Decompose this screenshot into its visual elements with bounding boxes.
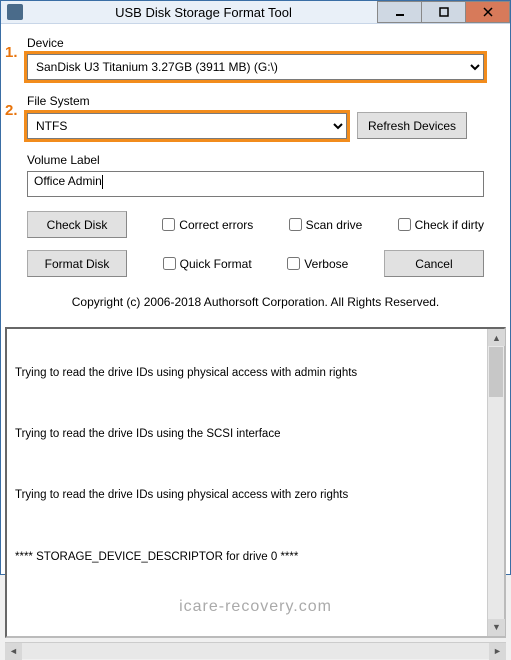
- window-title: USB Disk Storage Format Tool: [29, 5, 378, 20]
- log-line: Trying to read the drive IDs using the S…: [15, 428, 479, 442]
- scroll-right-icon[interactable]: ►: [489, 643, 506, 660]
- scroll-up-icon[interactable]: ▲: [488, 329, 505, 346]
- horizontal-scrollbar[interactable]: ◄ ►: [5, 642, 506, 659]
- volume-label: Volume Label: [27, 153, 484, 167]
- device-label: Device: [27, 36, 484, 50]
- vertical-scrollbar[interactable]: ▲ ▼: [487, 329, 504, 636]
- window-controls: [378, 1, 510, 23]
- scroll-down-icon[interactable]: ▼: [488, 619, 505, 636]
- minimize-button[interactable]: [377, 1, 422, 23]
- titlebar: USB Disk Storage Format Tool: [1, 1, 510, 24]
- format-disk-button[interactable]: Format Disk: [27, 250, 127, 277]
- step-marker-2: 2.: [5, 102, 18, 119]
- verbose-check[interactable]: Verbose: [287, 257, 348, 271]
- app-icon: [7, 4, 23, 20]
- filesystem-row: File System 2. NTFS Refresh Devices: [27, 94, 484, 139]
- watermark-text: icare-recovery.com: [179, 597, 332, 616]
- client-area: Device 1. SanDisk U3 Titanium 3.27GB (39…: [1, 24, 510, 327]
- check-disk-button[interactable]: Check Disk: [27, 211, 127, 238]
- app-window: USB Disk Storage Format Tool Device 1. S…: [0, 0, 511, 575]
- refresh-devices-button[interactable]: Refresh Devices: [357, 112, 467, 139]
- log-textarea[interactable]: Trying to read the drive IDs using physi…: [7, 329, 487, 636]
- correct-errors-check[interactable]: Correct errors: [162, 218, 253, 232]
- step-marker-1: 1.: [5, 44, 18, 61]
- device-select[interactable]: SanDisk U3 Titanium 3.27GB (3911 MB) (G:…: [27, 54, 484, 80]
- scan-drive-check[interactable]: Scan drive: [289, 218, 363, 232]
- volume-label-input[interactable]: Office Admin: [27, 171, 484, 197]
- check-row: Check Disk Correct errors Scan drive Che…: [27, 211, 484, 238]
- filesystem-label: File System: [27, 94, 484, 108]
- scroll-left-icon[interactable]: ◄: [5, 643, 22, 660]
- close-button[interactable]: [465, 1, 510, 23]
- volume-row: Volume Label Office Admin: [27, 153, 484, 197]
- log-panel: Trying to read the drive IDs using physi…: [5, 327, 506, 638]
- log-line: Trying to read the drive IDs using physi…: [15, 489, 479, 503]
- copyright-text: Copyright (c) 2006-2018 Authorsoft Corpo…: [27, 289, 484, 319]
- log-line: **** STORAGE_DEVICE_DESCRIPTOR for drive…: [15, 551, 479, 565]
- device-row: Device 1. SanDisk U3 Titanium 3.27GB (39…: [27, 36, 484, 80]
- check-if-dirty-check[interactable]: Check if dirty: [398, 218, 484, 232]
- log-line: Trying to read the drive IDs using physi…: [15, 367, 479, 381]
- filesystem-select[interactable]: NTFS: [27, 113, 347, 139]
- maximize-button[interactable]: [421, 1, 466, 23]
- text-caret: [102, 175, 103, 189]
- cancel-button[interactable]: Cancel: [384, 250, 484, 277]
- quick-format-check[interactable]: Quick Format: [163, 257, 252, 271]
- scroll-thumb[interactable]: [489, 347, 503, 397]
- format-row: Format Disk Quick Format Verbose Cancel: [27, 250, 484, 277]
